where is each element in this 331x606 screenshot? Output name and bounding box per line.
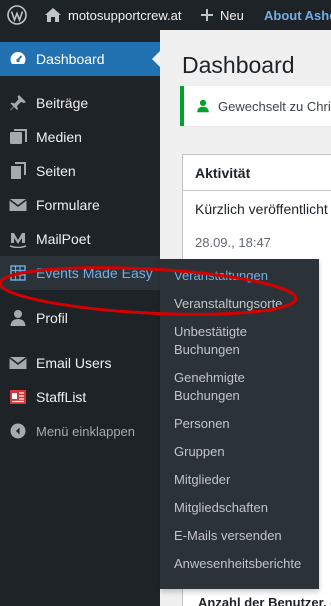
sidebar-item-label: Events Made Easy [36,265,153,281]
events-submenu-flyout: Veranstaltungen Veranstaltungsorte Unbes… [160,259,319,589]
sidebar-item-events-made-easy[interactable]: Events Made Easy [0,256,160,290]
page-title: Dashboard [182,52,295,78]
submenu-item-mitglieder[interactable]: Mitglieder [174,471,314,489]
site-name-link[interactable]: motosupportcrew.at [44,0,181,30]
submenu-item-emails-versenden[interactable]: E-Mails versenden [174,527,314,545]
sidebar-item-label: StaffList [36,389,87,405]
user-icon [196,99,210,113]
users-count-heading: Anzahl der Benutzer, d [198,595,331,606]
wordpress-logo-icon[interactable] [7,0,27,30]
envelope-icon [0,198,36,212]
new-content-button[interactable]: Neu [200,0,244,30]
submenu-item-mitgliedschaften[interactable]: Mitgliedschaften [174,499,314,517]
submenu-item-genehmigte-buchungen[interactable]: Genehmigte Buchungen [174,369,314,405]
sidebar-item-forms[interactable]: Formulare [0,188,160,222]
sidebar-item-label: Email Users [36,355,112,371]
submenu-item-veranstaltungen[interactable]: Veranstaltungen [174,267,314,285]
sidebar-item-stafflist[interactable]: StaffList [0,380,160,414]
activity-widget-title[interactable]: Aktivität [183,155,331,191]
mailpoet-icon [0,230,36,248]
sidebar-item-label: Menü einklappen [36,423,136,439]
sidebar-item-media[interactable]: Medien [0,120,160,154]
sidebar-item-label: Dashboard [36,51,105,67]
pages-icon [0,162,36,180]
sidebar-item-label: MailPoet [36,231,91,247]
recently-published-heading: Kürzlich veröffentlicht [195,201,328,217]
new-label: Neu [220,7,244,23]
about-label: About Ashe [264,7,331,23]
sidebar-item-posts[interactable]: Beiträge [0,86,160,120]
calendar-grid-icon [0,265,36,281]
sidebar-item-profile[interactable]: Profil [0,301,160,335]
sidebar-item-dashboard[interactable]: Dashboard [0,42,160,76]
sidebar-item-mailpoet[interactable]: MailPoet [0,222,160,256]
sidebar-item-email-users[interactable]: Email Users [0,346,160,380]
admin-sidebar: Dashboard Beiträge Medien Seiten Formula… [0,30,160,606]
id-card-icon [0,389,36,405]
sidebar-item-label: Seiten [36,163,76,179]
collapse-icon [0,423,36,439]
collapse-menu-button[interactable]: Menü einklappen [0,414,160,448]
plus-icon [200,8,214,22]
sidebar-item-label: Formulare [36,197,100,213]
activity-date: 28.09., 18:47 [195,235,271,250]
submenu-item-veranstaltungsorte[interactable]: Veranstaltungsorte [174,295,314,313]
media-icon [0,128,36,146]
sidebar-item-label: Medien [36,129,82,145]
dashboard-icon [0,50,36,68]
admin-bar: motosupportcrew.at Neu About Ashe [0,0,331,30]
site-name: motosupportcrew.at [68,7,182,23]
sidebar-item-label: Beiträge [36,95,89,111]
switch-user-notice: Gewechselt zu Chri [180,86,331,126]
sidebar-item-pages[interactable]: Seiten [0,154,160,188]
user-icon [0,309,36,327]
pin-icon [0,94,36,112]
sidebar-item-label: Profil [36,310,68,326]
submenu-item-gruppen[interactable]: Gruppen [174,443,314,461]
submenu-item-anwesenheitsberichte[interactable]: Anwesenheitsberichte [174,555,314,573]
about-theme-link[interactable]: About Ashe [264,0,331,30]
home-icon [44,7,62,23]
submenu-item-personen[interactable]: Personen [174,415,314,433]
envelope-icon [0,356,36,370]
submenu-item-unbestaetigte-buchungen[interactable]: Unbestätigte Buchungen [174,323,314,359]
notice-text: Gewechselt zu Chri [218,98,331,114]
